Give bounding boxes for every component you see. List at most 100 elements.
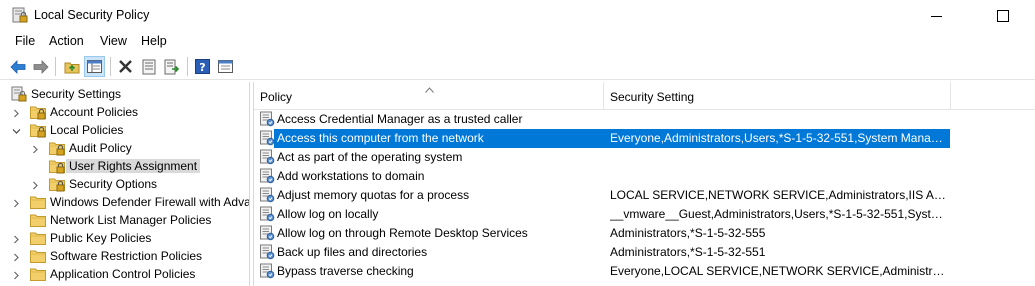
collapse-chevron-icon[interactable] [12, 107, 21, 118]
tree-item-label: Windows Defender Firewall with Adva [50, 195, 250, 209]
tree-item-network-list-manager-policies[interactable]: Network List Manager Policies [0, 211, 249, 229]
tree-item-label: Audit Policy [69, 141, 132, 155]
policy-row[interactable]: Access this computer from the network Eve… [254, 129, 1035, 148]
tree-item-label: Application Control Policies [50, 267, 196, 281]
policy-icon [260, 263, 275, 279]
help-icon[interactable]: ? [192, 56, 213, 77]
list-header: Policy Security Setting [254, 82, 1035, 110]
collapse-chevron-icon[interactable] [31, 143, 40, 154]
security-policy-icon [11, 6, 29, 25]
tree-item-label: Software Restriction Policies [50, 249, 203, 263]
policy-icon [260, 244, 275, 260]
svg-text:?: ? [199, 61, 205, 74]
delete-icon[interactable] [115, 56, 136, 77]
folder-lock-icon [30, 122, 46, 138]
forward-icon[interactable] [30, 56, 51, 77]
show-hide-tree-icon[interactable] [84, 56, 105, 77]
policy-name: Back up files and directories [277, 245, 428, 259]
policy-icon [260, 168, 275, 184]
menu-bar: File Action View Help [0, 31, 1035, 52]
security-setting-value: Administrators,*S-1-5-32-551 [610, 245, 766, 259]
tree-item-local-policies[interactable]: Local Policies [0, 121, 249, 139]
tree-item-user-rights-assignment[interactable]: User Rights Assignment [0, 157, 249, 175]
security-setting-value: __vmware__Guest,Administrators,Users,*S-… [610, 207, 948, 221]
menu-action[interactable]: Action [49, 34, 84, 48]
policy-row[interactable]: Allow log on through Remote Desktop Serv… [254, 224, 1035, 243]
console-icon[interactable] [215, 56, 236, 77]
security-setting-value: Everyone,LOCAL SERVICE,NETWORK SERVICE,A… [610, 264, 948, 278]
folder-lock-icon [49, 140, 65, 156]
collapse-chevron-icon[interactable] [12, 269, 21, 280]
collapse-chevron-icon[interactable] [31, 179, 40, 190]
sort-ascending-icon [425, 82, 434, 93]
menu-file[interactable]: File [15, 34, 35, 48]
policy-name: Allow log on through Remote Desktop Serv… [277, 226, 528, 240]
policy-icon [260, 206, 275, 222]
folder-icon [30, 266, 46, 282]
policy-row[interactable]: Bypass traverse checking Everyone,LOCAL S… [254, 262, 1035, 281]
folder-lock-icon [49, 158, 65, 174]
policy-row[interactable]: Access Credential Manager as a trusted c… [254, 110, 1035, 129]
toolbar: ? [0, 53, 1035, 80]
collapse-chevron-icon[interactable] [12, 197, 21, 208]
policy-name: Allow log on locally [277, 207, 379, 221]
tree-item-label: Security Settings [31, 87, 122, 101]
policy-icon [260, 187, 275, 203]
folder-lock-icon [30, 104, 46, 120]
policy-icon [260, 130, 275, 146]
minimize-button[interactable] [926, 6, 954, 26]
menu-help[interactable]: Help [141, 34, 167, 48]
tree-item-audit-policy[interactable]: Audit Policy [0, 139, 249, 157]
policy-name: Access this computer from the network [277, 131, 484, 145]
export-list-icon[interactable] [161, 56, 182, 77]
folder-icon [30, 194, 46, 210]
menu-view[interactable]: View [100, 34, 127, 48]
window-title: Local Security Policy [34, 8, 150, 22]
policy-name: Adjust memory quotas for a process [277, 188, 470, 202]
tree-item-label: Public Key Policies [50, 231, 152, 245]
column-header-security-setting[interactable]: Security Setting [604, 82, 950, 110]
tree-item-label: User Rights Assignment [66, 159, 201, 173]
collapse-chevron-icon[interactable] [12, 251, 21, 262]
policy-name: Add workstations to domain [277, 169, 425, 183]
policy-row[interactable]: Act as part of the operating system [254, 148, 1035, 167]
title-bar: Local Security Policy [0, 0, 1035, 31]
tree-item-software-restriction-policies[interactable]: Software Restriction Policies [0, 247, 249, 265]
folder-lock-icon [49, 176, 65, 192]
maximize-button[interactable] [992, 6, 1020, 26]
policy-name: Act as part of the operating system [277, 150, 463, 164]
tree-item-security-options[interactable]: Security Options [0, 175, 249, 193]
properties-icon[interactable] [138, 56, 159, 77]
policy-name: Access Credential Manager as a trusted c… [277, 112, 523, 126]
policy-row[interactable]: Adjust memory quotas for a process LOCAL … [254, 186, 1035, 205]
tree-item-label: Network List Manager Policies [50, 213, 212, 227]
tree-item-application-control-policies[interactable]: Application Control Policies [0, 265, 249, 283]
up-folder-icon[interactable] [61, 56, 82, 77]
folder-icon [30, 248, 46, 264]
policy-icon [260, 225, 275, 241]
policy-row[interactable]: Back up files and directories Administrat… [254, 243, 1035, 262]
security-setting-value: LOCAL SERVICE,NETWORK SERVICE,Administra… [610, 188, 948, 202]
tree-item-label: Local Policies [50, 123, 124, 137]
tree-item-label: Security Options [69, 177, 158, 191]
collapse-chevron-icon[interactable] [12, 233, 21, 244]
security-setting-value: Everyone,Administrators,Users,*S-1-5-32-… [610, 131, 948, 145]
policy-row[interactable]: Allow log on locally __vmware__Guest,Admi… [254, 205, 1035, 224]
folder-icon [30, 230, 46, 246]
tree-item-windows-defender-firewall-with-adva[interactable]: Windows Defender Firewall with Adva [0, 193, 250, 211]
security-settings-icon [11, 86, 27, 102]
policy-row[interactable]: Add workstations to domain [254, 167, 1035, 186]
tree-item-public-key-policies[interactable]: Public Key Policies [0, 229, 249, 247]
tree-item-security-settings[interactable]: Security Settings [0, 85, 249, 103]
security-setting-value: Administrators,*S-1-5-32-555 [610, 226, 766, 240]
policy-name: Bypass traverse checking [277, 264, 414, 278]
policy-icon [260, 149, 275, 165]
tree-item-label: Account Policies [50, 105, 139, 119]
tree-item-account-policies[interactable]: Account Policies [0, 103, 249, 121]
back-icon[interactable] [7, 56, 28, 77]
policy-icon [260, 111, 275, 127]
expand-chevron-icon[interactable] [12, 125, 21, 134]
tree-pane: Security Settings Account Policies Local P… [0, 82, 250, 286]
folder-icon [30, 212, 46, 228]
list-pane: Policy Security Setting Access Credentia… [253, 82, 1035, 286]
